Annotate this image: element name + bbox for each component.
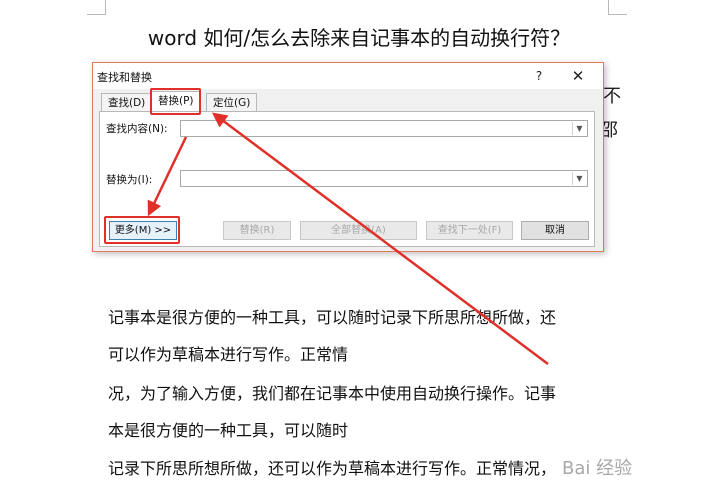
arrow-to-replace-tab	[211, 112, 549, 366]
annotation-arrows	[147, 112, 549, 366]
arrow-to-more-button	[147, 136, 188, 217]
watermark-logo: Bai 经验	[562, 458, 633, 479]
